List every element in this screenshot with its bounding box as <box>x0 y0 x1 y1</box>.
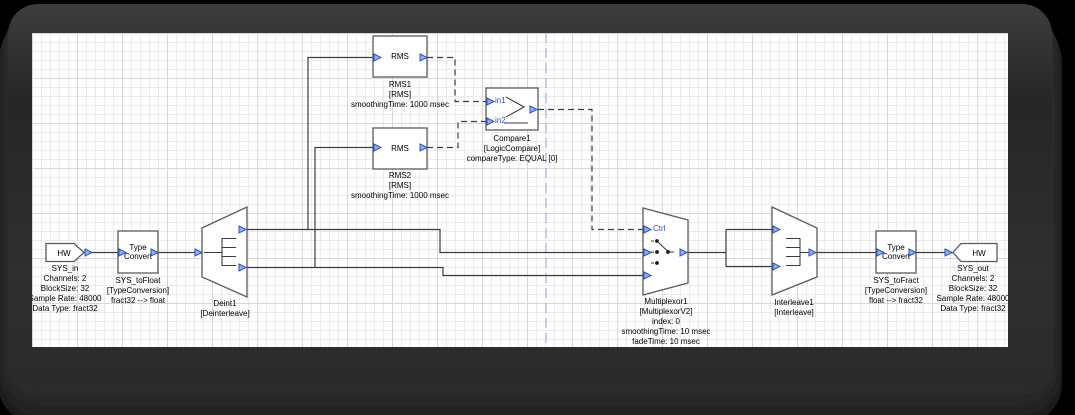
sysin-channels: Channels: 2 <box>43 274 87 283</box>
rms2-name: RMS2 <box>388 171 412 180</box>
wire-branch-to-rms2[interactable] <box>314 146 373 268</box>
rms1-smoothing: smoothingTime: 1000 msec <box>351 100 449 109</box>
screenshot-root: { "colors": { "wire": "#3c3c3c", "block_… <box>0 0 1075 415</box>
rms1-class: [RMS] <box>388 90 412 99</box>
compare-type: compareType: EQUAL [0] <box>466 154 558 163</box>
wire-deint-out1-to-mux-in1[interactable] <box>247 228 643 254</box>
sysin-blocksize: BlockSize: 32 <box>40 284 90 293</box>
mux-index: index: 0 <box>651 317 681 326</box>
mux-class: [MultiplexorV2] <box>639 307 693 316</box>
typeconvert-out-class: [TypeConversion] <box>864 286 928 295</box>
diagram-layer <box>45 33 998 347</box>
typeconvert-in-label-stack: SYS_toFloat [TypeConversion] fract32 -->… <box>107 276 169 306</box>
deint-class: [Deinterleave] <box>200 309 250 318</box>
sysout-blocksize: BlockSize: 32 <box>948 284 998 293</box>
pin-sysin-out[interactable] <box>84 248 93 257</box>
sysin-name: SYS_in <box>51 264 79 273</box>
rms2-class: [RMS] <box>388 181 412 190</box>
compare-label-stack: Compare1 [LogicCompare] compareType: EQU… <box>467 134 558 164</box>
deint-name: Deint1 <box>213 299 237 308</box>
design-canvas[interactable]: HW Type Convert RMS RMS Type Convert HW … <box>32 33 1008 347</box>
pin-sysout-in[interactable] <box>944 248 953 257</box>
wire-mux-to-interleave-fork[interactable] <box>688 228 772 268</box>
wire-deint-out2-to-mux-in2[interactable] <box>247 266 643 277</box>
sysout-label-stack: SYS_out Channels: 2 BlockSize: 32 Sample… <box>937 264 1008 314</box>
compare-in2-pin-label: in2 <box>495 116 506 125</box>
typeconvert-out-name: SYS_toFract <box>873 276 919 285</box>
mux-fadetime: fadeTime: 10 msec <box>632 337 700 346</box>
typeconvert-out-title: Type Convert <box>881 243 910 261</box>
pin-deint-in[interactable] <box>194 248 203 257</box>
rms2-title: RMS <box>391 144 409 153</box>
sysin-datatype: Data Type: fract32 <box>32 304 98 313</box>
sysout-samplerate: Sample Rate: 48000 <box>936 294 1008 303</box>
sysout-name: SYS_out <box>957 264 989 273</box>
typeconvert-in-name: SYS_toFloat <box>115 276 161 285</box>
interleave-label-stack: Interleave1 [Interleave] <box>774 298 814 318</box>
rms1-title: RMS <box>391 52 409 61</box>
typeconvert-out-conversion: float --> fract32 <box>868 296 924 305</box>
mux-ctrl-pin-label: Ctrl <box>653 224 666 233</box>
compare-name: Compare1 <box>493 134 531 143</box>
rms1-name: RMS1 <box>388 80 412 89</box>
interleave-class: [Interleave] <box>774 308 814 317</box>
mux-label-stack: Multiplexor1 [MultiplexorV2] index: 0 sm… <box>621 297 710 347</box>
mux-name: Multiplexor1 <box>644 297 688 306</box>
rms2-smoothing: smoothingTime: 1000 msec <box>351 191 449 200</box>
typeconvert-in-conversion: fract32 --> float <box>110 296 166 305</box>
typeconvert-in-title: Type Convert <box>123 243 152 261</box>
mux-smoothing: smoothingTime: 10 msec <box>621 327 711 336</box>
compare-in1-pin-label: in1 <box>495 96 506 105</box>
wire-compare-to-mux-ctrl[interactable] <box>538 108 643 231</box>
typeconvert-in-class: [TypeConversion] <box>106 286 170 295</box>
sysout-datatype: Data Type: fract32 <box>940 304 1006 313</box>
rms2-label-stack: RMS2 [RMS] smoothingTime: 1000 msec <box>351 171 449 201</box>
sysout-channels: Channels: 2 <box>951 274 995 283</box>
compare-class: [LogicCompare] <box>483 144 541 153</box>
typeconvert-out-label-stack: SYS_toFract [TypeConversion] float --> f… <box>865 276 927 306</box>
sysin-title: HW <box>57 248 71 258</box>
sysin-samplerate: Sample Rate: 48000 <box>32 294 102 303</box>
sysout-title: HW <box>972 248 986 258</box>
deint-label-stack: Deint1 [Deinterleave] <box>200 299 249 319</box>
rms1-label-stack: RMS1 [RMS] smoothingTime: 1000 msec <box>351 80 449 110</box>
sysin-label-stack: SYS_in Channels: 2 BlockSize: 32 Sample … <box>32 264 101 314</box>
interleave-name: Interleave1 <box>774 298 814 307</box>
